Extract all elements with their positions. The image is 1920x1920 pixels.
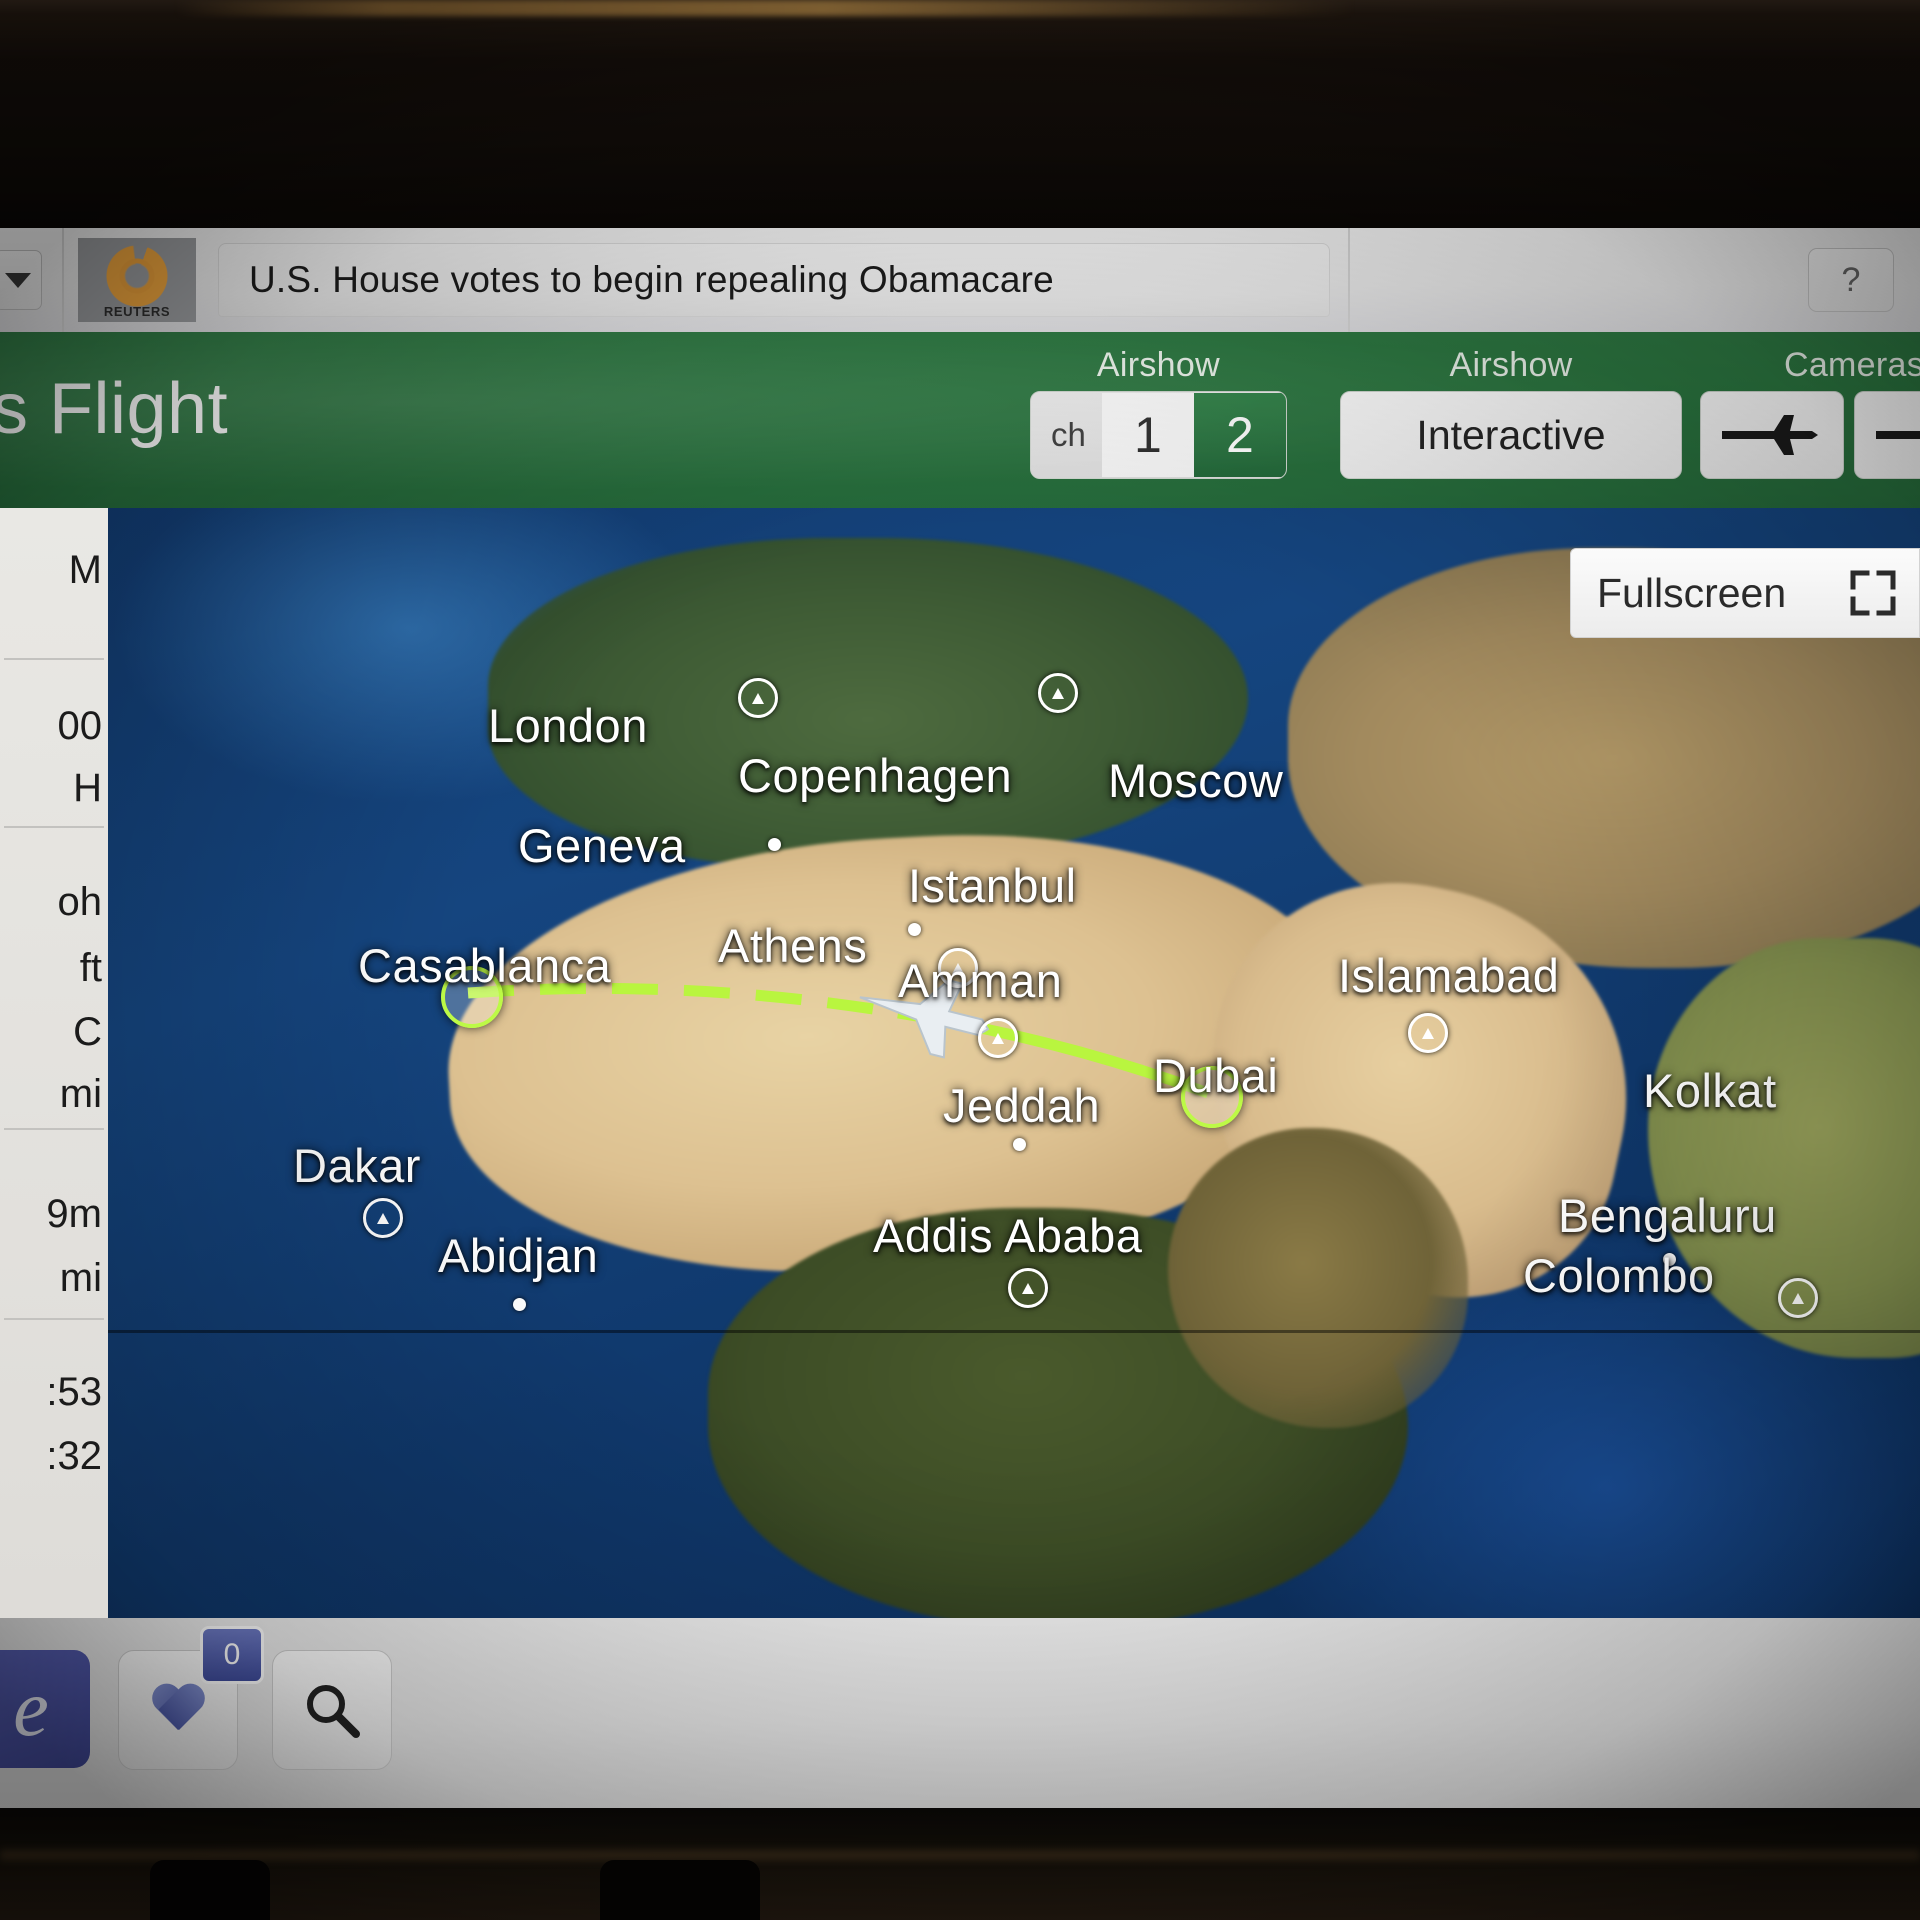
sidebar-divider xyxy=(4,826,104,828)
map-city-label: Amman xyxy=(898,954,1063,1007)
divider xyxy=(1348,228,1350,332)
map-city-label: Casablanca xyxy=(358,939,612,992)
plane-forward-icon xyxy=(1722,415,1818,455)
sidebar-divider xyxy=(4,658,104,660)
search-button[interactable] xyxy=(272,1650,392,1770)
news-headline-box[interactable]: U.S. House votes to begin repealing Obam… xyxy=(218,243,1330,317)
sidebar-divider xyxy=(4,1318,104,1320)
divider xyxy=(62,228,64,332)
map-city-dot-icon xyxy=(768,838,781,851)
map-city-label: Addis Ababa xyxy=(873,1209,1143,1262)
map-city-label: Colombo xyxy=(1523,1249,1715,1302)
fullscreen-label: Fullscreen xyxy=(1597,569,1787,616)
chevron-down-icon xyxy=(5,272,31,288)
search-icon xyxy=(307,1685,360,1738)
cameras-group-caption: Cameras xyxy=(1783,346,1920,384)
map-city-label: Bengaluru xyxy=(1558,1189,1777,1242)
ife-screen: REUTERS U.S. House votes to begin repeal… xyxy=(0,228,1920,1808)
heart-icon xyxy=(150,1685,206,1735)
news-ticker-bar: REUTERS U.S. House votes to begin repeal… xyxy=(0,228,1920,332)
map-city-label: Dakar xyxy=(293,1139,421,1192)
channel-group-caption: Airshow xyxy=(1096,346,1220,384)
airshow-map-panel: M 00 Hoh ft Cmi 9m mi :53 :32 London Cop… xyxy=(0,508,1920,1618)
channel-option-2[interactable]: 2 xyxy=(1193,393,1286,477)
news-dropdown-button[interactable] xyxy=(0,228,62,332)
help-button[interactable]: ? xyxy=(1808,248,1894,312)
interactive-group-caption: Airshow xyxy=(1449,346,1573,384)
map-city-marker-icon xyxy=(738,678,778,718)
cameras-group: Cameras xyxy=(1700,346,1920,479)
map-city-label: Jeddah xyxy=(943,1079,1101,1132)
map-city-label: Athens xyxy=(718,919,868,972)
map-city-label: Islamabad xyxy=(1338,949,1560,1002)
map-city-label: Geneva xyxy=(518,819,686,872)
news-source-label: REUTERS xyxy=(103,304,171,319)
interactive-group: Airshow Interactive xyxy=(1340,346,1682,479)
news-headline: U.S. House votes to begin repealing Obam… xyxy=(249,259,1054,300)
map-city-marker-icon xyxy=(1778,1278,1818,1318)
flight-data-value: mi xyxy=(59,1072,102,1116)
flight-data-value: oh xyxy=(57,880,103,924)
reuters-mark-icon xyxy=(106,245,168,307)
flight-data-value: ft xyxy=(79,946,102,990)
map-city-marker-icon xyxy=(1408,1013,1448,1053)
map-city-label: Istanbul xyxy=(908,859,1077,912)
seatback-screen-photo: REUTERS U.S. House votes to begin repeal… xyxy=(0,0,1920,1920)
channel-prefix-label: ch xyxy=(1051,416,1086,453)
reuters-logo: REUTERS xyxy=(78,238,196,322)
map-city-marker-icon xyxy=(1008,1268,1048,1308)
map-city-dot-icon xyxy=(908,923,921,936)
flight-data-value: :53 xyxy=(46,1370,102,1414)
flight-data-value: H xyxy=(73,766,102,810)
app-launcher-button[interactable]: e xyxy=(0,1650,90,1768)
flight-data-value: 00 xyxy=(57,704,103,748)
screen-bezel-top xyxy=(0,0,1920,230)
channel-selector-group: Airshow ch 1 2 xyxy=(1030,346,1287,479)
favorites-count-badge: 0 xyxy=(200,1626,264,1684)
e-logo-icon: e xyxy=(13,1664,49,1753)
sidebar-divider xyxy=(4,1128,104,1130)
map-city-label: Abidjan xyxy=(438,1229,599,1282)
flight-data-value: M xyxy=(68,548,102,592)
channel-selector[interactable]: ch 1 2 xyxy=(1030,391,1287,479)
plane-forward-icon xyxy=(1876,431,1920,439)
map-city-marker-icon xyxy=(978,1018,1018,1058)
airshow-header-bar: s Flight Airshow ch 1 2 Airshow Interact… xyxy=(0,332,1920,508)
map-city-marker-icon xyxy=(363,1198,403,1238)
map-city-label: London xyxy=(488,699,648,752)
map-city-dot-icon xyxy=(513,1298,526,1311)
map-city-label: Dubai xyxy=(1153,1049,1279,1102)
screen-bezel-bottom xyxy=(0,1810,1920,1920)
world-map[interactable]: London Copenhagen Moscow Geneva Istanbul Casa… xyxy=(108,508,1920,1618)
camera-forward-button-2[interactable] xyxy=(1854,391,1920,479)
map-city-label: Moscow xyxy=(1108,754,1284,807)
flight-data-value: :32 xyxy=(46,1434,102,1478)
interactive-button[interactable]: Interactive xyxy=(1340,391,1682,479)
map-city-label: Kolkat xyxy=(1643,1064,1777,1117)
flight-data-value: mi xyxy=(59,1256,102,1300)
flight-data-sidebar: M 00 Hoh ft Cmi 9m mi :53 :32 xyxy=(0,508,108,1618)
page-title: s Flight xyxy=(0,369,229,449)
channel-option-1[interactable]: 1 xyxy=(1101,393,1194,477)
map-city-marker-icon xyxy=(1038,673,1078,713)
fullscreen-button[interactable]: Fullscreen xyxy=(1570,548,1920,638)
flight-data-value: 9m xyxy=(46,1192,102,1236)
expand-arrows-icon xyxy=(1850,570,1896,616)
flight-data-value: C xyxy=(73,1010,102,1054)
camera-forward-button-1[interactable] xyxy=(1700,391,1844,479)
map-city-label: Copenhagen xyxy=(738,749,1013,802)
bottom-toolbar: e 0 Playing xyxy=(0,1618,1920,1808)
map-city-dot-icon xyxy=(1013,1138,1026,1151)
